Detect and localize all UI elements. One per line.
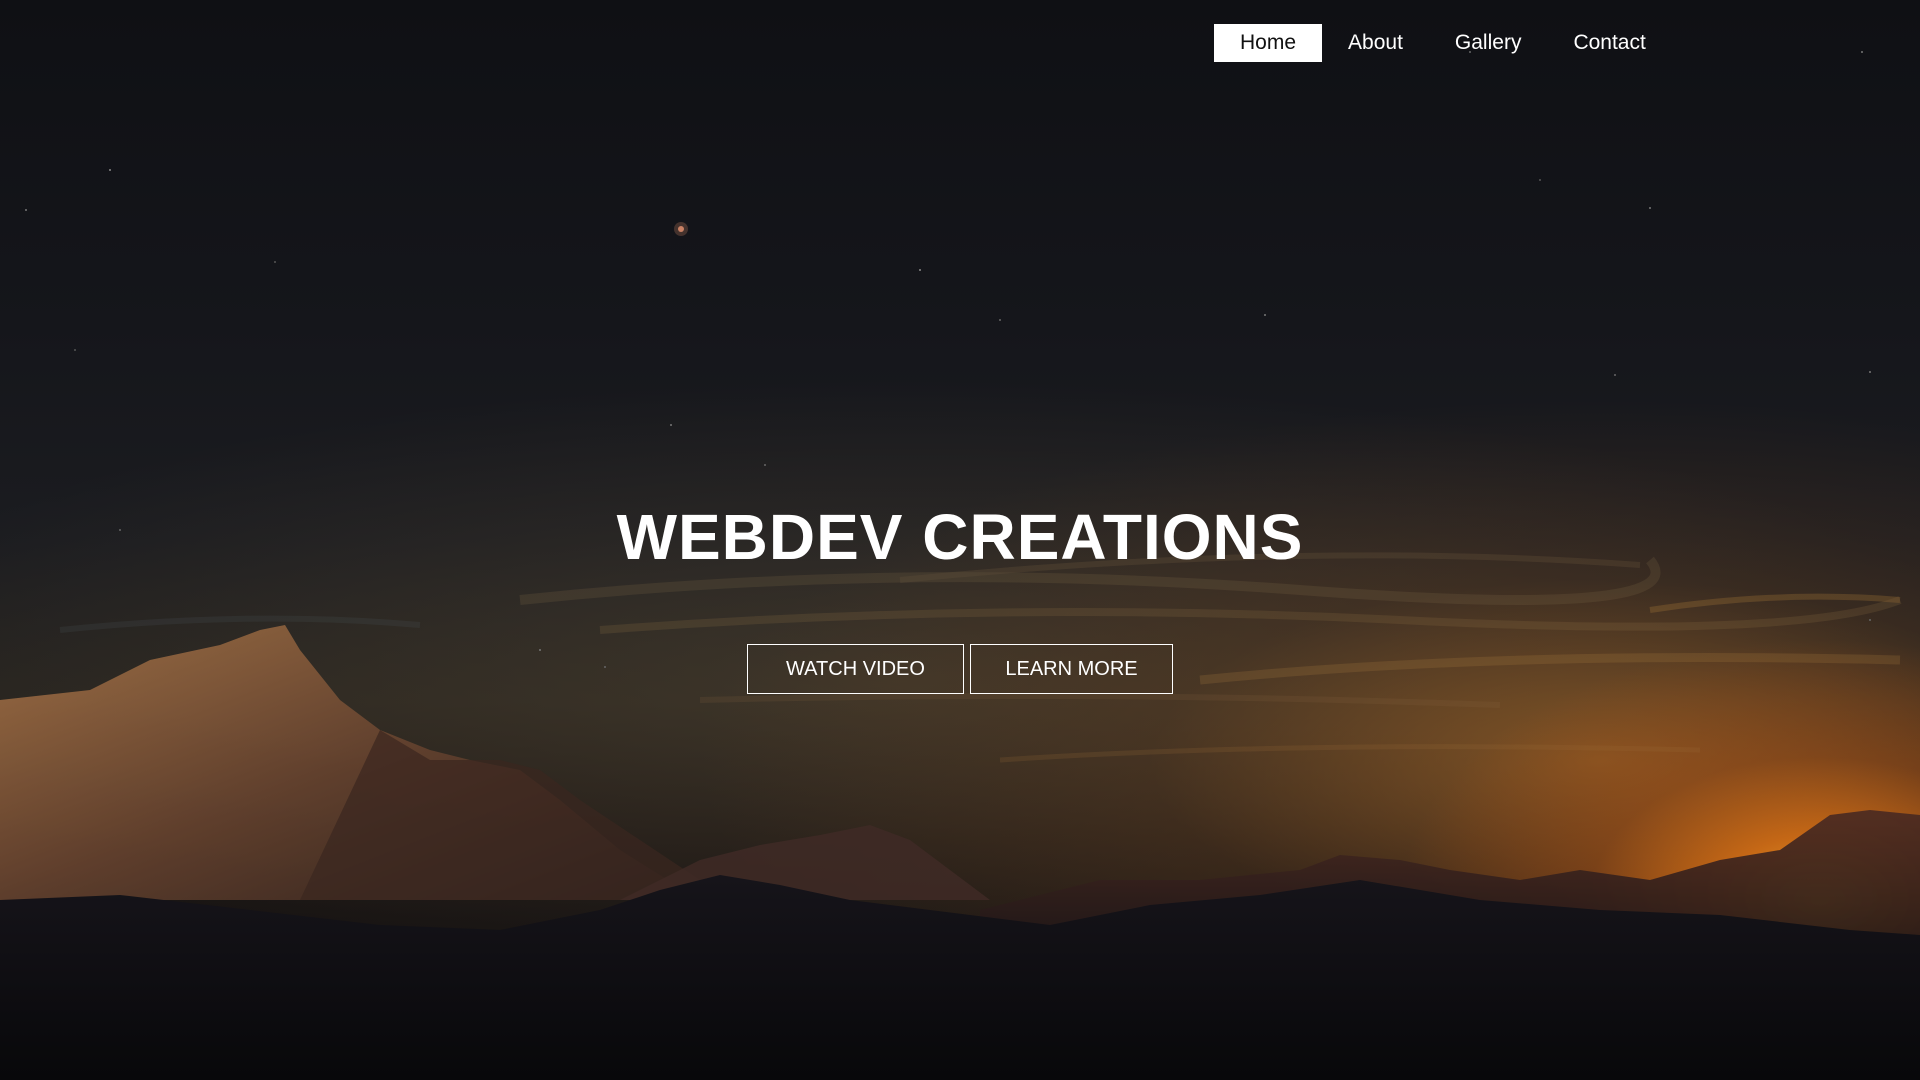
nav-item-gallery[interactable]: Gallery [1429, 24, 1548, 62]
hero-section: Home About Gallery Contact WEBDEV CREATI… [0, 0, 1920, 1080]
hero-title: WEBDEV CREATIONS [616, 501, 1304, 573]
top-navigation: Home About Gallery Contact [1214, 24, 1672, 62]
hero-actions: WATCH VIDEO LEARN MORE [0, 644, 1920, 694]
learn-more-button[interactable]: LEARN MORE [970, 644, 1173, 694]
nav-item-contact[interactable]: Contact [1547, 24, 1671, 62]
nav-item-about[interactable]: About [1322, 24, 1429, 62]
watch-video-button[interactable]: WATCH VIDEO [747, 644, 964, 694]
nav-item-home[interactable]: Home [1214, 24, 1323, 62]
